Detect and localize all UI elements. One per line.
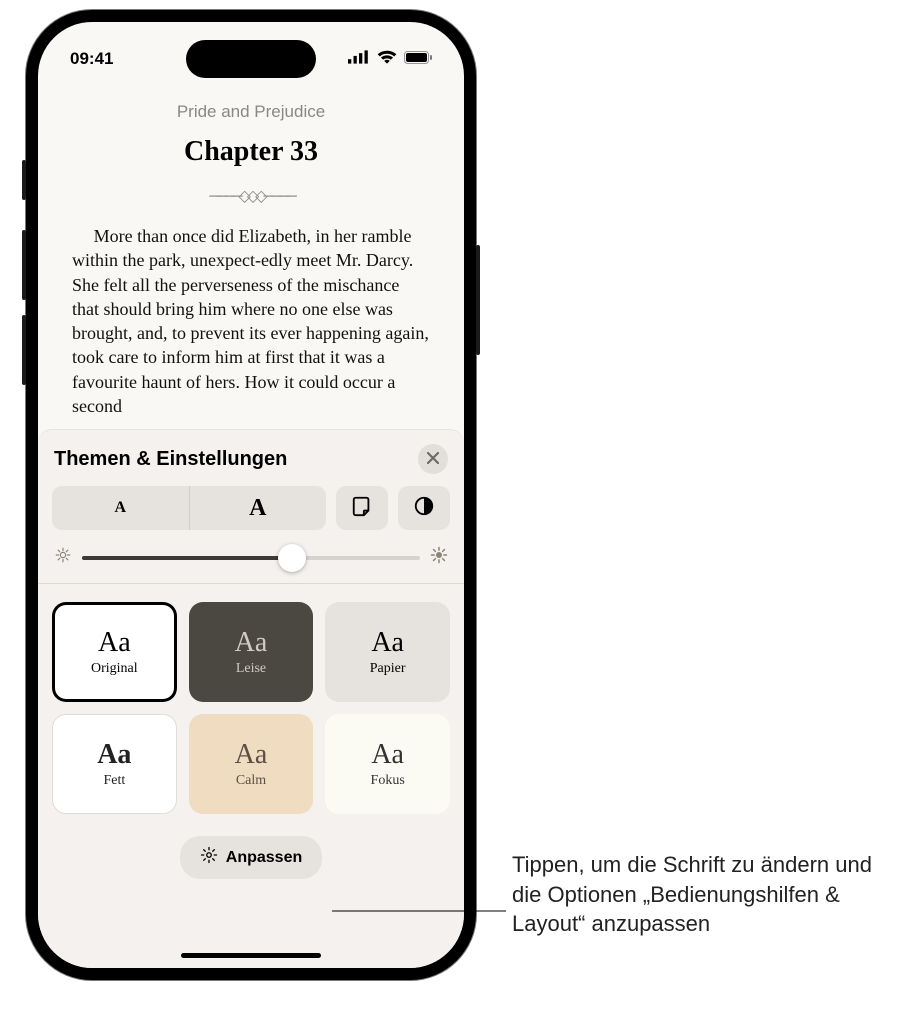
dynamic-island	[186, 40, 316, 78]
callout-text: Tippen, um die Schrift zu ändern und die…	[512, 850, 882, 939]
status-time: 09:41	[70, 49, 113, 69]
wifi-icon	[376, 46, 398, 73]
status-right	[348, 46, 432, 73]
cellular-icon	[348, 46, 370, 73]
battery-icon	[404, 49, 432, 69]
